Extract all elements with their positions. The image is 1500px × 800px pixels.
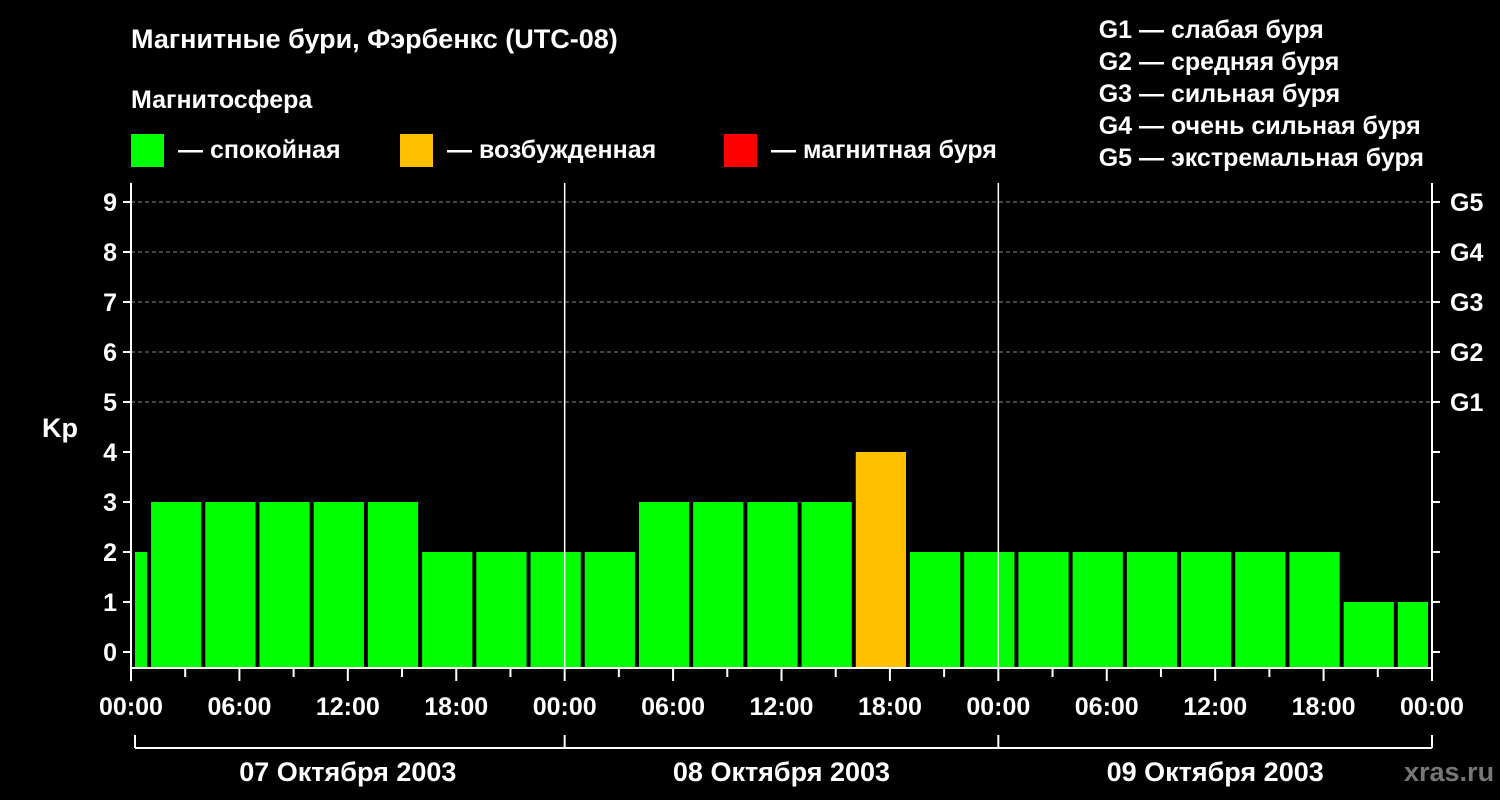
y-tick-label-7: 7 — [103, 289, 117, 317]
watermark: xras.ru — [1404, 757, 1495, 787]
bar-24 — [1397, 602, 1428, 668]
x-tick-label-8: 00:00 — [966, 693, 1030, 721]
bar-4 — [313, 502, 364, 668]
x-tick-label-10: 12:00 — [1183, 693, 1247, 721]
y-tick-label-4: 4 — [103, 439, 117, 467]
bar-2 — [205, 502, 256, 668]
x-tick-label-0: 00:00 — [99, 693, 163, 721]
bar-9 — [584, 552, 635, 668]
axis-labels: 0 1 2 3 4 5 6 7 8 9 G1 G2 G3 G4 G5 Kp 00:00 06:00 12:00 18:… — [42, 189, 1483, 787]
y2-tick-label-G1: G1 — [1450, 389, 1483, 417]
x-tick-label-6: 12:00 — [750, 693, 814, 721]
x-tick-label-12: 00:00 — [1400, 693, 1464, 721]
bar-21 — [1235, 552, 1286, 668]
bar-8 — [530, 552, 581, 668]
bar-11 — [693, 502, 744, 668]
y-axis-label: Kp — [42, 413, 78, 443]
kp-chart: 0 1 2 3 4 5 6 7 8 9 G1 G2 G3 G4 G5 Kp 00:00 06:00 12:00 18:… — [42, 183, 1483, 787]
x-tick-label-4: 00:00 — [533, 693, 597, 721]
bar-0 — [135, 552, 148, 668]
day-label-1: 08 Октября 2003 — [673, 757, 890, 787]
y-tick-label-9: 9 — [103, 189, 117, 217]
y-tick-label-8: 8 — [103, 239, 117, 267]
x-tick-label-9: 06:00 — [1075, 693, 1139, 721]
y-tick-label-0: 0 — [103, 639, 117, 667]
bar-5 — [367, 502, 419, 668]
x-tick-label-3: 18:00 — [424, 693, 488, 721]
x-tick-label-5: 06:00 — [641, 693, 705, 721]
bar-6 — [422, 552, 473, 668]
x-tick-label-1: 06:00 — [207, 693, 271, 721]
bar-22 — [1289, 552, 1340, 668]
day-label-2: 09 Октября 2003 — [1107, 757, 1324, 787]
bar-13 — [801, 502, 852, 668]
x-tick-label-11: 18:00 — [1292, 693, 1356, 721]
bar-15 — [909, 552, 961, 668]
y-tick-label-5: 5 — [103, 389, 117, 417]
bar-14 — [855, 452, 906, 668]
y-tick-label-6: 6 — [103, 339, 117, 367]
bar-17 — [1018, 552, 1069, 668]
y-tick-label-3: 3 — [103, 489, 117, 517]
y2-tick-label-G5: G5 — [1450, 189, 1483, 217]
bar-18 — [1072, 552, 1123, 668]
bar-10 — [638, 502, 690, 668]
x-tick-label-7: 18:00 — [858, 693, 922, 721]
bar-23 — [1343, 602, 1394, 668]
bar-7 — [476, 552, 527, 668]
y2-tick-label-G2: G2 — [1450, 339, 1483, 367]
grid-lines — [131, 201, 1432, 403]
bar-20 — [1181, 552, 1232, 668]
bar-3 — [259, 502, 310, 668]
kp-bars — [135, 452, 1428, 668]
day-label-0: 07 Октября 2003 — [239, 757, 456, 787]
y2-tick-label-G3: G3 — [1450, 289, 1483, 317]
y-tick-label-1: 1 — [103, 589, 117, 617]
bar-12 — [747, 502, 798, 668]
y2-tick-label-G4: G4 — [1450, 239, 1483, 267]
bar-1 — [151, 502, 202, 668]
x-tick-label-2: 12:00 — [316, 693, 380, 721]
bar-16 — [964, 552, 1015, 668]
bar-19 — [1126, 552, 1178, 668]
y-tick-label-2: 2 — [103, 539, 117, 567]
